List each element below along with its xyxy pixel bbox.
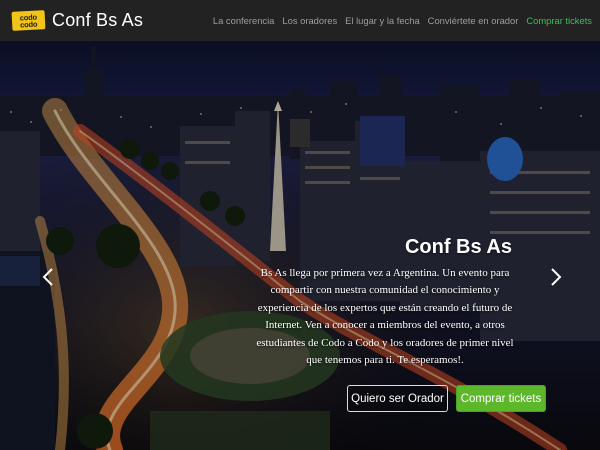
top-navbar: codo codo Conf Bs As La conferencia Los … — [0, 0, 600, 41]
hero-title: Conf Bs As — [404, 236, 512, 258]
brand-title: Conf Bs As — [52, 10, 144, 30]
nav-link-convertite-orador[interactable]: Conviértete en orador — [428, 15, 519, 26]
quiero-ser-orador-button[interactable]: Quiero ser Orador — [347, 385, 448, 412]
brand-link[interactable]: codo codo Conf Bs As — [11, 10, 144, 31]
carousel-prev-button[interactable] — [38, 263, 58, 291]
nav-links: La conferencia Los oradores El lugar y l… — [213, 15, 592, 26]
nav-link-lugar-fecha[interactable]: El lugar y la fecha — [345, 15, 420, 26]
nav-link-comprar-tickets[interactable]: Comprar tickets — [526, 15, 592, 26]
chevron-right-icon — [551, 268, 562, 286]
carousel-next-button[interactable] — [546, 263, 566, 291]
hero-description: Bs As llega por primera vez a Argentina.… — [256, 267, 514, 367]
chevron-left-icon — [42, 268, 53, 286]
nav-link-los-oradores[interactable]: Los oradores — [282, 15, 337, 26]
nav-link-la-conferencia[interactable]: La conferencia — [213, 15, 275, 26]
logo-line-2: codo — [19, 19, 38, 29]
comprar-tickets-button[interactable]: Comprar tickets — [456, 385, 546, 412]
hero-carousel: Conf Bs As Bs As llega por primera vez a… — [0, 41, 600, 450]
codo-a-codo-logo: codo codo — [11, 10, 46, 31]
